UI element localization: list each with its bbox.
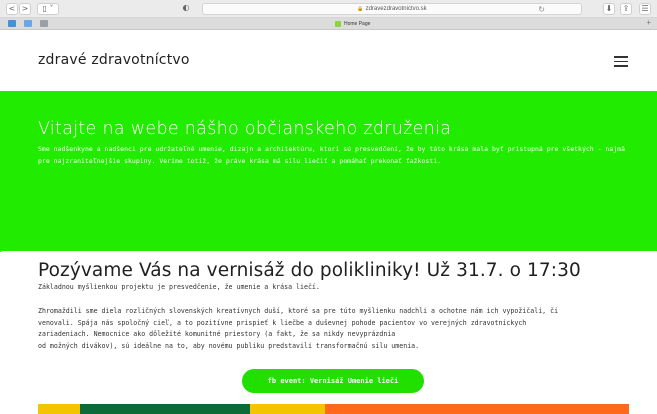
share-icon[interactable]: ⇪ [620,3,632,15]
bookmark-favicon-icon[interactable] [8,20,16,27]
artwork-segment [325,404,629,414]
hero-text: Sme nadšenkyne a nadšenci pre udržateľné… [38,145,625,165]
browser-toolbar: < > ▯ ˅ ◐ 🔒 zdravezdravotnictvo.sk ↻ ⬇ ⇪ … [0,0,657,18]
artwork-segment [80,404,250,414]
site-brand[interactable]: zdravé zdravotníctvo [38,52,190,68]
artwork-segment [250,404,325,414]
article-body-line: zariadeniach. Nemocnice ako dôležité kom… [38,330,396,339]
lock-icon: 🔒 [357,6,364,12]
site-header: zdravé zdravotníctvo [0,31,657,91]
tabs-overview-icon[interactable]: ☰ [639,3,651,15]
tab-bar: Home Page + [0,18,657,30]
reload-icon[interactable]: ↻ [538,4,545,15]
article-body-line: od možných divákov), sú ideálne na to, a… [38,342,420,351]
tab-home-page[interactable]: Home Page [335,20,370,28]
back-button[interactable]: < [6,3,18,15]
new-tab-button[interactable]: + [646,18,651,27]
tab-title: Home Page [344,21,371,27]
url-text: zdravezdravotnictvo.sk [365,6,427,12]
artwork-image [38,404,629,414]
article-body: Zhromaždili sme diela rozličných slovens… [38,306,638,353]
article-lead: Základnou myšlienkou projektu je presved… [38,283,320,291]
bookmark-favicon-icon[interactable] [40,20,48,27]
artwork-segment [38,404,80,414]
forward-button[interactable]: > [19,3,31,15]
article-body-line: venovali. Spája nás spoločný cieľ, a to … [38,318,527,327]
fb-event-button[interactable]: fb event: Vernisáž Umenie lieči [242,369,424,393]
bookmark-favicon-icon[interactable] [24,20,32,27]
reader-icon[interactable]: ◐ [180,3,192,15]
download-icon[interactable]: ⬇ [603,3,615,15]
menu-icon[interactable] [614,56,628,67]
sidebar-toggle-button[interactable]: ▯ ˅ [37,3,59,15]
hero-wave [0,206,657,252]
address-bar[interactable]: 🔒 zdravezdravotnictvo.sk ↻ [202,3,582,15]
article-body-line: Zhromaždili sme diela rozličných slovens… [38,307,559,315]
hero-title: Vitajte na webe nášho občianskeho združe… [38,119,452,139]
site-favicon-icon [335,20,341,27]
article-title: Pozývame Vás na vernisáž do polikliniky!… [38,260,581,281]
